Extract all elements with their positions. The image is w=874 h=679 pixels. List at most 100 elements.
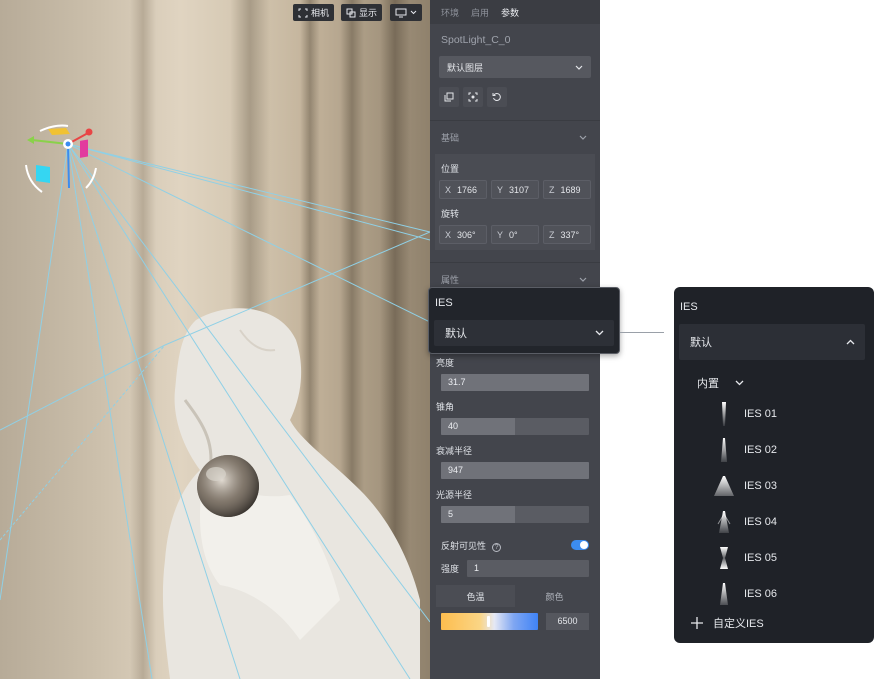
object-name: SpotLight_C_0: [441, 34, 511, 46]
glass-sphere[interactable]: [197, 455, 259, 517]
screen-icon: [395, 8, 407, 17]
rotation-x-field[interactable]: X 306°: [439, 225, 487, 244]
display-icon: [346, 8, 356, 17]
rotation-y-field[interactable]: Y 0°: [491, 225, 539, 244]
tab-color-temperature[interactable]: 色温: [436, 585, 515, 607]
ies-item-05-label: IES 05: [744, 552, 778, 564]
chevron-down-icon: [595, 330, 604, 336]
ies-dropdown-select-value: 默认: [690, 337, 712, 349]
ies-popup: IES 默认: [428, 287, 620, 354]
ies-dropdown-panel: IES 默认 内置 IES 01 IES 02 IES 03 IES 04 IE…: [674, 287, 874, 643]
ies-profile-04-icon: [717, 511, 731, 533]
chevron-up-icon: [846, 339, 855, 345]
callout-connector-line: [620, 332, 664, 333]
position-x-field[interactable]: X 1766: [439, 180, 487, 199]
rotation-z-value: 337°: [560, 229, 580, 240]
intensity-label: 强度: [441, 563, 460, 574]
position-z-field[interactable]: Z 1689: [543, 180, 591, 199]
rotation-label: 旋转: [441, 209, 460, 219]
ies-profile-03-icon: [714, 476, 734, 496]
ies-item-06-label: IES 06: [744, 588, 778, 600]
ies-item-05[interactable]: IES 05: [714, 543, 777, 573]
brightness-value: 31.7: [448, 377, 466, 387]
reflection-visibility-label: 反射可见性: [441, 540, 487, 551]
basic-section-header[interactable]: 基础: [430, 120, 600, 154]
cone-angle-value: 40: [448, 421, 459, 431]
color-temperature-value[interactable]: 6500: [546, 613, 589, 630]
chevron-down-icon: [579, 135, 587, 140]
tab-color[interactable]: 颜色: [515, 585, 594, 607]
help-icon[interactable]: ?: [492, 542, 502, 552]
panel-tabs: 环境 启用 参数: [430, 0, 600, 24]
custom-ies-label: 自定义IES: [713, 618, 764, 630]
chevron-down-icon: [575, 65, 583, 70]
camera-icon: [298, 8, 308, 17]
rotation-z-field[interactable]: Z 337°: [543, 225, 591, 244]
custom-ies-button[interactable]: 自定义IES: [691, 615, 764, 631]
brightness-label: 亮度: [436, 358, 455, 368]
duplicate-button[interactable]: [439, 87, 459, 107]
attenuation-radius-slider[interactable]: 947: [441, 462, 589, 479]
transform-gizmo[interactable]: [25, 124, 97, 193]
ies-item-02-label: IES 02: [744, 444, 778, 456]
ies-item-03-label: IES 03: [744, 480, 778, 492]
source-radius-value: 5: [448, 509, 454, 519]
position-y-field[interactable]: Y 3107: [491, 180, 539, 199]
ies-select-value: 默认: [445, 328, 467, 340]
chevron-down-icon: [410, 10, 417, 15]
position-z-value: 1689: [560, 184, 581, 195]
ies-category-builtin[interactable]: 内置: [697, 375, 744, 391]
3d-viewport[interactable]: 相机 显示: [0, 0, 430, 679]
ies-item-04[interactable]: IES 04: [714, 507, 777, 537]
reflection-visibility-toggle[interactable]: [571, 540, 589, 550]
reflection-visibility-row: 反射可见性?: [430, 533, 600, 557]
ies-item-03[interactable]: IES 03: [714, 471, 777, 501]
attenuation-radius-label: 衰减半径: [436, 446, 473, 456]
ies-dropdown-select[interactable]: 默认: [679, 324, 865, 360]
view-options-button[interactable]: [390, 4, 422, 21]
brightness-slider[interactable]: 31.7: [441, 374, 589, 391]
display-button-label: 显示: [359, 8, 378, 18]
ies-profile-06-icon: [720, 583, 728, 605]
rotation-y-value: 0°: [509, 229, 518, 240]
tab-environment[interactable]: 环境: [441, 6, 459, 19]
reset-button[interactable]: [487, 87, 507, 107]
intensity-field[interactable]: 1: [467, 559, 589, 577]
transform-group: 位置 X 1766 Y 3107 Z 1689 旋转 X 306° Y 0° Z 337°: [435, 154, 595, 250]
chevron-down-icon: [579, 277, 587, 282]
chevron-down-icon: [735, 380, 744, 386]
ies-profile-02-icon: [721, 438, 727, 462]
ies-item-01[interactable]: IES 01: [714, 399, 777, 429]
source-radius-slider[interactable]: 5: [441, 506, 589, 523]
camera-button[interactable]: 相机: [293, 4, 335, 21]
ies-profile-01-icon: [722, 402, 726, 426]
ies-item-04-label: IES 04: [744, 516, 778, 528]
ies-item-02[interactable]: IES 02: [714, 435, 777, 465]
position-label: 位置: [441, 164, 460, 174]
display-button[interactable]: 显示: [341, 4, 383, 21]
layer-select[interactable]: 默认图层: [439, 56, 591, 78]
color-mode-tabs: 色温 颜色: [436, 585, 594, 607]
ies-dropdown-title: IES: [680, 301, 698, 313]
ies-profile-05-icon: [720, 547, 728, 569]
position-y-value: 3107: [509, 184, 530, 195]
camera-button-label: 相机: [311, 8, 330, 18]
cone-angle-label: 锥角: [436, 402, 455, 412]
ies-category-label: 内置: [697, 378, 719, 390]
plus-icon: [691, 617, 703, 629]
color-temperature-knob[interactable]: [486, 616, 490, 627]
ies-select[interactable]: 默认: [434, 320, 614, 346]
tab-parameters[interactable]: 参数: [501, 6, 519, 19]
layer-select-value: 默认图层: [447, 62, 484, 73]
ies-popup-title: IES: [435, 297, 453, 309]
tab-enable[interactable]: 启用: [471, 6, 489, 19]
ies-item-06[interactable]: IES 06: [714, 579, 777, 609]
focus-button[interactable]: [463, 87, 483, 107]
rotation-x-value: 306°: [457, 229, 476, 240]
cone-angle-slider[interactable]: 40: [441, 418, 589, 435]
source-radius-label: 光源半径: [436, 490, 473, 500]
ies-item-01-label: IES 01: [744, 408, 778, 420]
attenuation-radius-value: 947: [448, 465, 464, 475]
color-temperature-slider[interactable]: [441, 613, 538, 630]
copy-icon: [444, 92, 454, 102]
